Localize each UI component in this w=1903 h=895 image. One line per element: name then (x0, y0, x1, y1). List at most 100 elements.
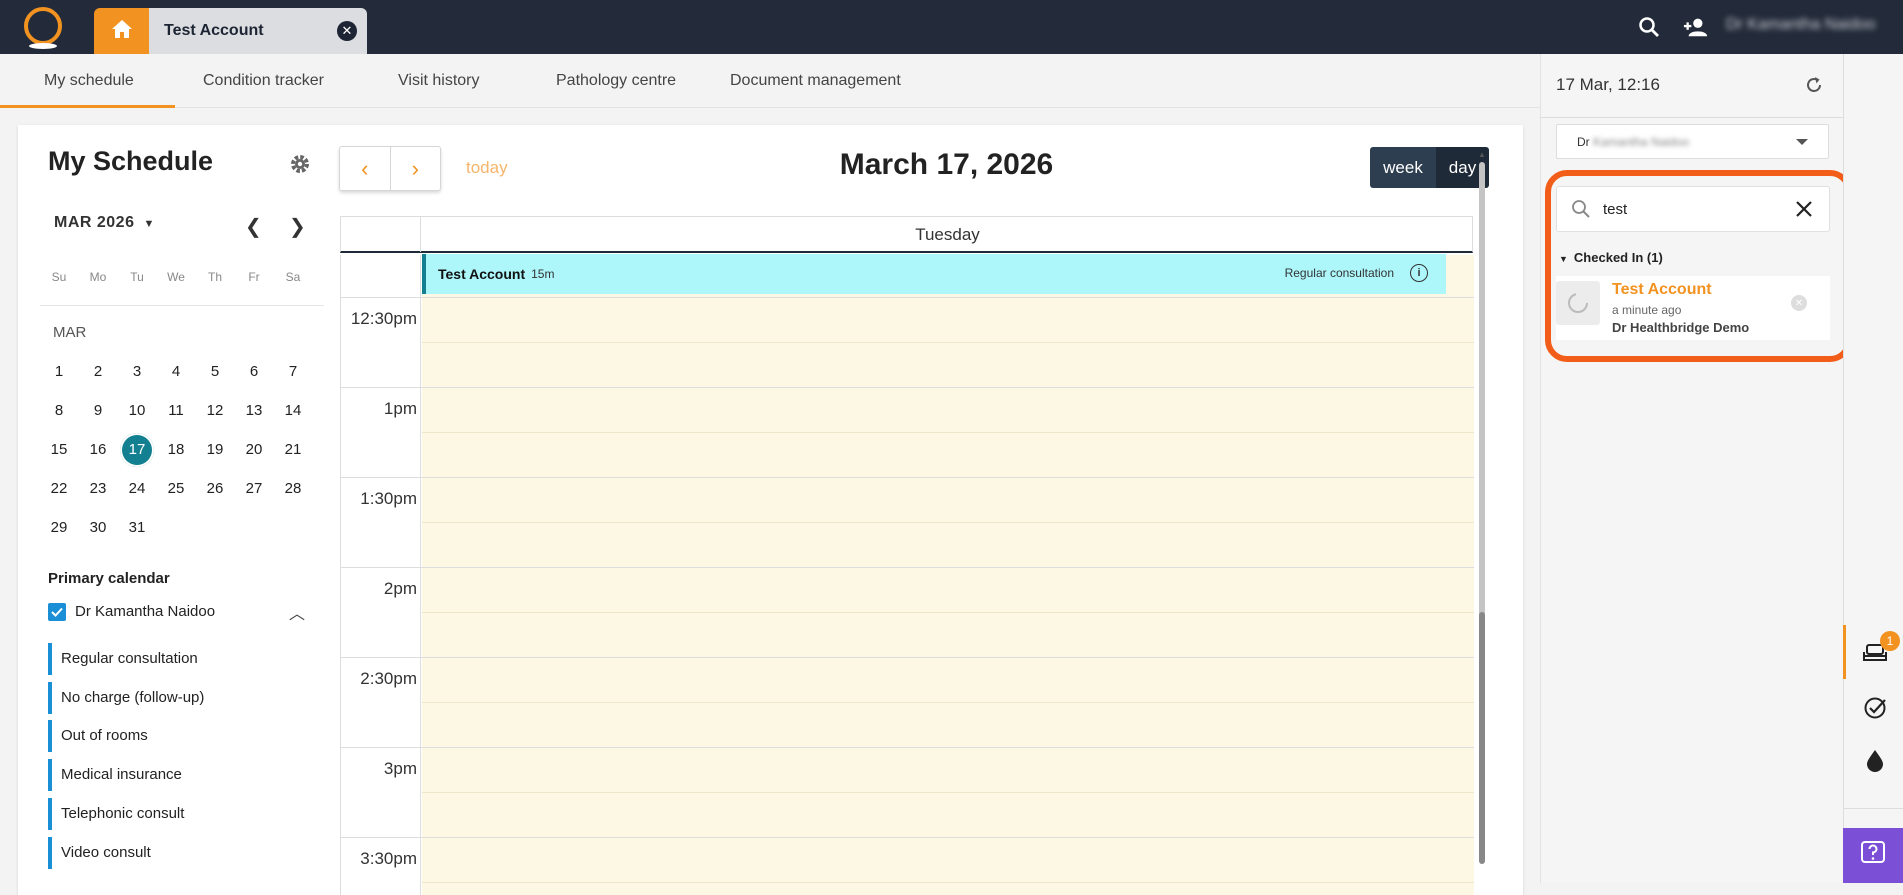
time-grid[interactable]: 12:30pm 1pm 1:30pm 2pm 2:30pm 3pm 3:30pm (340, 255, 1474, 895)
patient-tab-label: Test Account (164, 22, 264, 39)
appointment-type-item[interactable]: Video consult (48, 836, 151, 869)
refresh-icon[interactable] (1804, 75, 1824, 95)
calendar-owner-name[interactable]: Dr Kamantha Naidoo (75, 603, 215, 620)
mini-calendar-day[interactable]: 9 (81, 394, 115, 428)
tab-document-management[interactable]: Document management (730, 54, 901, 108)
provider-select[interactable]: Dr Kamantha Naidoo (1556, 124, 1829, 159)
scroll-up-arrow-icon[interactable]: ▲ (1478, 150, 1486, 159)
day-column[interactable] (422, 255, 1474, 895)
info-icon[interactable]: i (1410, 264, 1428, 282)
mini-calendar-day[interactable]: 26 (198, 472, 232, 506)
mini-next-month-icon[interactable]: ❯ (289, 214, 306, 239)
grid-line (422, 612, 1474, 613)
mini-calendar-day[interactable]: 30 (81, 511, 115, 545)
mini-calendar-day[interactable]: 21 (276, 433, 310, 467)
appointment-type-item[interactable]: Regular consultation (48, 643, 198, 675)
weekday-label: Fr (248, 270, 260, 284)
appointment-type-item[interactable]: No charge (follow-up) (48, 681, 204, 714)
grid-line (341, 567, 1474, 568)
appointment-type-item[interactable]: Telephonic consult (48, 797, 184, 830)
mini-calendar-day[interactable]: 29 (42, 511, 76, 545)
tab-pathology-centre[interactable]: Pathology centre (556, 54, 676, 108)
mini-calendar-day[interactable]: 23 (81, 472, 115, 506)
home-icon (111, 19, 133, 44)
mini-calendar-day[interactable]: 31 (120, 511, 154, 545)
appointment-type-item[interactable]: Out of rooms (48, 720, 148, 753)
grid-line (341, 747, 1474, 748)
add-patient-icon[interactable] (1683, 14, 1709, 40)
tab-condition-tracker[interactable]: Condition tracker (203, 54, 324, 108)
mini-calendar-day-selected[interactable]: 17 (120, 433, 154, 467)
mini-calendar-day[interactable]: 6 (237, 355, 271, 389)
month-selector-label: MAR 2026 (54, 214, 135, 231)
grid-line (422, 342, 1474, 343)
mini-calendar-day[interactable]: 20 (237, 433, 271, 467)
mini-calendar-day[interactable]: 5 (198, 355, 232, 389)
mini-calendar-day[interactable]: 11 (159, 394, 193, 428)
mini-calendar-day[interactable]: 25 (159, 472, 193, 506)
event-type: Regular consultation (1284, 266, 1394, 280)
appointment-type-item[interactable]: Medical insurance (48, 759, 182, 792)
mini-calendar-day[interactable]: 22 (42, 472, 76, 506)
current-datetime: 17 Mar, 12:16 (1556, 75, 1660, 94)
collapse-chevron-up-icon[interactable]: ︿ (289, 600, 305, 624)
mini-calendar-day[interactable]: 19 (198, 433, 232, 467)
drop-icon[interactable] (1862, 747, 1888, 773)
mini-calendar-day[interactable]: 27 (237, 472, 271, 506)
grid-line (341, 837, 1474, 838)
time-gutter (341, 255, 421, 895)
help-button[interactable] (1843, 828, 1903, 883)
provider-select-name: Kamantha Naidoo (1593, 135, 1690, 149)
tab-my-schedule[interactable]: My schedule (0, 54, 175, 108)
scrollbar-thumb[interactable] (1479, 612, 1485, 864)
close-tab-icon[interactable]: ✕ (337, 21, 357, 41)
rail-badge-count: 1 (1880, 631, 1900, 651)
mini-month-label: MAR (53, 324, 87, 341)
home-tab[interactable] (94, 8, 149, 54)
patient-tab[interactable]: Test Account ✕ (149, 8, 367, 54)
calendar-scrollbar[interactable]: ▲ (1477, 150, 1487, 890)
mini-calendar-day[interactable]: 8 (42, 394, 76, 428)
mini-calendar-day[interactable]: 10 (120, 394, 154, 428)
search-icon[interactable] (1636, 14, 1662, 40)
time-label: 1pm (383, 399, 417, 418)
mini-calendar-day[interactable]: 3 (120, 355, 154, 389)
calendar-checkbox[interactable] (48, 603, 66, 621)
settings-gear-icon[interactable] (289, 153, 311, 175)
time-label: 2:30pm (360, 669, 417, 688)
tasks-check-icon[interactable] (1862, 695, 1888, 721)
weekday-label: We (167, 270, 185, 284)
mini-calendar-day[interactable]: 16 (81, 433, 115, 467)
month-selector[interactable]: MAR 2026 ▼ (54, 214, 155, 232)
today-button[interactable]: today (466, 158, 508, 178)
mini-prev-month-icon[interactable]: ❮ (245, 214, 262, 239)
mini-calendar-day[interactable]: 7 (276, 355, 310, 389)
mini-calendar-day[interactable]: 2 (81, 355, 115, 389)
caret-down-icon: ▼ (143, 218, 155, 230)
mini-calendar-day[interactable]: 12 (198, 394, 232, 428)
mini-calendar-day[interactable]: 28 (276, 472, 310, 506)
mini-calendar-day[interactable]: 13 (237, 394, 271, 428)
mini-calendar-day[interactable]: 4 (159, 355, 193, 389)
highlight-annotation (1545, 170, 1852, 362)
event-duration: 15m (531, 267, 555, 281)
grid-line (422, 522, 1474, 523)
grid-line (341, 297, 1474, 298)
app-logo[interactable] (20, 6, 66, 50)
mini-calendar-day[interactable]: 24 (120, 472, 154, 506)
mini-calendar-day[interactable]: 1 (42, 355, 76, 389)
week-view-button[interactable]: week (1370, 147, 1436, 188)
mini-calendar-day[interactable]: 15 (42, 433, 76, 467)
weekday-label: Tu (130, 270, 144, 284)
mini-calendar-day[interactable]: 18 (159, 433, 193, 467)
mini-calendar-day[interactable]: 14 (276, 394, 310, 428)
nav-tabs: My schedule Condition tracker Visit hist… (0, 54, 1540, 108)
time-label: 3pm (383, 759, 417, 778)
next-day-button[interactable]: › (391, 147, 441, 190)
weekday-label: Th (207, 270, 222, 284)
tab-visit-history[interactable]: Visit history (398, 54, 480, 108)
prev-day-button[interactable]: ‹ (340, 147, 391, 190)
user-name[interactable]: Dr Kamantha Naidoo (1726, 16, 1875, 34)
appointment-event[interactable]: Test Account 15m Regular consultation i (422, 254, 1446, 294)
time-label: 1:30pm (360, 489, 417, 508)
